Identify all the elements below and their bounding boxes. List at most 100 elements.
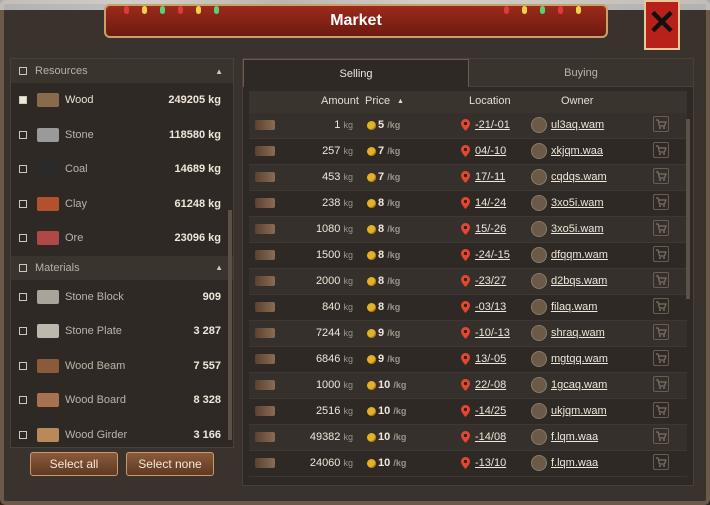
buy-cart-button[interactable] — [653, 168, 669, 184]
item-checkbox[interactable] — [19, 165, 27, 174]
buy-cart-button[interactable] — [653, 376, 669, 392]
location-link[interactable]: 17/-11 — [475, 171, 505, 183]
owner-link[interactable]: d2bqs.wam — [551, 275, 607, 287]
filter-item[interactable]: Stone 118580 kg — [11, 118, 233, 153]
owner-link[interactable]: dfqqm.wam — [551, 249, 608, 261]
buy-cart-button[interactable] — [653, 246, 669, 262]
owner-link[interactable]: f.lqm.waa — [551, 431, 598, 443]
offer-row[interactable]: 238 kg 8 /kg 14/-24 3xo5i.wam — [249, 191, 687, 217]
select-none-button[interactable]: Select none — [126, 452, 214, 476]
buy-cart-button[interactable] — [653, 402, 669, 418]
location-link[interactable]: 14/-24 — [475, 197, 506, 209]
collapse-icon[interactable]: ▲ — [215, 67, 223, 76]
filter-item[interactable]: Stone Plate 3 287 — [11, 314, 233, 349]
filter-item[interactable]: Wood 249205 kg — [11, 83, 233, 118]
location-link[interactable]: 15/-26 — [475, 223, 506, 235]
select-all-button[interactable]: Select all — [30, 452, 118, 476]
price-unit: /kg — [387, 354, 401, 364]
offer-row[interactable]: 1 kg 5 /kg -21/-01 ul3aq.wam — [249, 113, 687, 139]
owner-link[interactable]: 1gcaq.wam — [551, 379, 607, 391]
header-price[interactable]: Price — [365, 95, 390, 107]
resources-checkbox[interactable] — [19, 67, 27, 75]
item-checkbox[interactable] — [19, 199, 27, 208]
filter-item[interactable]: Clay 61248 kg — [11, 187, 233, 222]
location-link[interactable]: -23/27 — [475, 275, 506, 287]
amount-unit: kg — [343, 406, 353, 416]
location-link[interactable]: -24/-15 — [475, 249, 510, 261]
offer-row[interactable]: 453 kg 7 /kg 17/-11 cqdqs.wam — [249, 165, 687, 191]
item-checkbox[interactable] — [19, 396, 27, 405]
location-link[interactable]: -03/13 — [475, 301, 506, 313]
filter-item[interactable]: Stone Block 909 — [11, 280, 233, 315]
buy-cart-button[interactable] — [653, 116, 669, 132]
filter-item[interactable]: Wood Girder 3 166 — [11, 418, 233, 448]
offer-row[interactable]: 840 kg 8 /kg -03/13 filaq.wam — [249, 295, 687, 321]
location-link[interactable]: -14/25 — [475, 405, 506, 417]
offer-row[interactable]: 6846 kg 9 /kg 13/-05 mgtqq.wam — [249, 347, 687, 373]
item-checkbox[interactable] — [19, 327, 27, 336]
offer-row[interactable]: 1500 kg 8 /kg -24/-15 dfqqm.wam — [249, 243, 687, 269]
filter-item[interactable]: Coal 14689 kg — [11, 152, 233, 187]
tab-selling[interactable]: Selling — [243, 59, 469, 87]
location-link[interactable]: 22/-08 — [475, 379, 506, 391]
buy-cart-button[interactable] — [653, 428, 669, 444]
owner-link[interactable]: filaq.wam — [551, 301, 597, 313]
offer-row[interactable]: 24060 kg 10 /kg -13/10 f.lqm.waa — [249, 451, 687, 477]
header-amount[interactable]: Amount — [321, 95, 359, 107]
offer-row[interactable]: 1000 kg 10 /kg 22/-08 1gcaq.wam — [249, 373, 687, 399]
location-link[interactable]: -14/08 — [475, 431, 506, 443]
buy-cart-button[interactable] — [653, 454, 669, 470]
section-resources[interactable]: Resources ▲ — [11, 59, 233, 83]
offer-row[interactable]: 2516 kg 10 /kg -14/25 ukjqm.wam — [249, 399, 687, 425]
owner-link[interactable]: ukjqm.wam — [551, 405, 607, 417]
offer-price: 7 /kg — [378, 145, 400, 157]
item-checkbox[interactable] — [19, 130, 27, 139]
gold-coin-icon — [367, 147, 376, 156]
location-link[interactable]: 04/-10 — [475, 145, 506, 157]
item-checkbox[interactable] — [19, 292, 27, 301]
table-scrollbar[interactable] — [686, 119, 690, 299]
owner-link[interactable]: shraq.wam — [551, 327, 605, 339]
buy-cart-button[interactable] — [653, 324, 669, 340]
item-checkbox[interactable] — [19, 430, 27, 439]
section-materials[interactable]: Materials ▲ — [11, 255, 233, 280]
filter-scrollbar[interactable] — [228, 210, 232, 440]
filter-item[interactable]: Wood Beam 7 557 — [11, 349, 233, 384]
item-checkbox[interactable] — [19, 234, 27, 243]
materials-checkbox[interactable] — [19, 263, 27, 272]
owner-link[interactable]: ul3aq.wam — [551, 119, 604, 131]
owner-link[interactable]: xkjqm.waa — [551, 145, 603, 157]
item-amount: 249205 kg — [168, 94, 221, 107]
location-link[interactable]: -21/-01 — [475, 119, 510, 131]
buy-cart-button[interactable] — [653, 298, 669, 314]
owner-link[interactable]: cqdqs.wam — [551, 171, 607, 183]
offer-row[interactable]: 1080 kg 8 /kg 15/-26 3xo5i.wam — [249, 217, 687, 243]
offer-row[interactable]: 257 kg 7 /kg 04/-10 xkjqm.waa — [249, 139, 687, 165]
filter-item[interactable]: Wood Board 8 328 — [11, 383, 233, 418]
owner-link[interactable]: 3xo5i.wam — [551, 223, 604, 235]
offer-row[interactable]: 49382 kg 10 /kg -14/08 f.lqm.waa — [249, 425, 687, 451]
location-link[interactable]: 13/-05 — [475, 353, 506, 365]
owner-link[interactable]: f.lqm.waa — [551, 457, 598, 469]
location-link[interactable]: -10/-13 — [475, 327, 510, 339]
tab-buying[interactable]: Buying — [469, 59, 693, 87]
offer-row[interactable]: 2000 kg 8 /kg -23/27 d2bqs.wam — [249, 269, 687, 295]
owner-link[interactable]: 3xo5i.wam — [551, 197, 604, 209]
buy-cart-button[interactable] — [653, 272, 669, 288]
item-checkbox[interactable] — [19, 96, 27, 105]
owner-link[interactable]: mgtqq.wam — [551, 353, 608, 365]
filter-item[interactable]: Ore 23096 kg — [11, 221, 233, 256]
close-button[interactable]: ✕ — [644, 0, 680, 50]
buy-cart-button[interactable] — [653, 142, 669, 158]
collapse-icon[interactable]: ▲ — [215, 263, 223, 272]
offer-row[interactable]: 7244 kg 9 /kg -10/-13 shraq.wam — [249, 321, 687, 347]
sort-ascending-icon[interactable]: ▲ — [397, 98, 404, 105]
amount-value: 2000 — [315, 275, 341, 287]
buy-cart-button[interactable] — [653, 350, 669, 366]
buy-cart-button[interactable] — [653, 220, 669, 236]
buy-cart-button[interactable] — [653, 194, 669, 210]
header-location[interactable]: Location — [469, 95, 511, 107]
header-owner[interactable]: Owner — [561, 95, 593, 107]
item-checkbox[interactable] — [19, 361, 27, 370]
location-link[interactable]: -13/10 — [475, 457, 506, 469]
